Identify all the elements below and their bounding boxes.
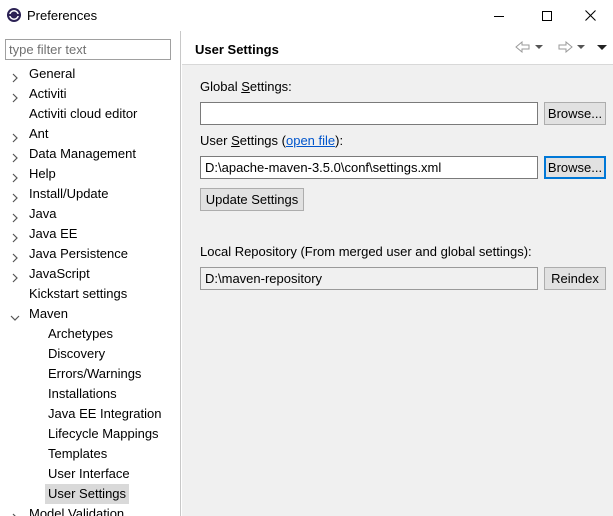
tree-item[interactable]: User Settings	[0, 484, 180, 504]
minimize-button[interactable]	[476, 0, 522, 31]
chevron-right-icon[interactable]	[10, 229, 20, 243]
close-button[interactable]	[567, 0, 613, 31]
page-nav	[515, 41, 607, 53]
tree-item-label: Java EE Integration	[48, 406, 162, 421]
tree-item[interactable]: Java EE	[0, 224, 180, 244]
chevron-right-icon[interactable]	[10, 149, 20, 163]
user-settings-input[interactable]: D:\apache-maven-3.5.0\conf\settings.xml	[200, 156, 538, 179]
global-settings-label: Global Settings:	[200, 79, 292, 94]
view-menu-icon[interactable]	[597, 44, 607, 51]
user-settings-browse-button[interactable]: Browse...	[544, 156, 606, 179]
reindex-button[interactable]: Reindex	[544, 267, 606, 290]
maximize-icon	[542, 10, 552, 21]
preferences-navigation: General Activiti Activiti cloud editor Ant D…	[0, 31, 181, 516]
user-settings-label-post: ettings (	[239, 133, 286, 148]
tree-item-label: Data Management	[29, 146, 136, 161]
tree-item-label: Lifecycle Mappings	[48, 426, 159, 441]
eclipse-app-icon	[6, 7, 22, 23]
chevron-right-icon[interactable]	[10, 169, 20, 183]
chevron-right-icon[interactable]	[10, 69, 20, 83]
tree-item-label: Help	[29, 166, 56, 181]
tree-item[interactable]: Activiti	[0, 84, 180, 104]
tree-item-label: Discovery	[48, 346, 106, 361]
chevron-right-icon[interactable]	[10, 189, 20, 203]
local-repository-field: D:\maven-repository	[200, 267, 538, 290]
tree-item[interactable]: JavaScript	[0, 264, 180, 284]
window-title: Preferences	[27, 8, 98, 23]
tree-item-label: Java	[29, 206, 57, 221]
user-settings-label-pre: User	[200, 133, 232, 148]
tree-item-label: Install/Update	[29, 186, 109, 201]
user-settings-label-end: ):	[335, 133, 344, 148]
tree-item[interactable]: Activiti cloud editor	[0, 104, 180, 124]
tree-item-label: Errors/Warnings	[48, 366, 142, 381]
tree-item-label: Activiti	[29, 86, 67, 101]
tree-item[interactable]: General	[0, 64, 180, 84]
back-arrow-icon[interactable]	[515, 41, 531, 53]
tree-item[interactable]: Errors/Warnings	[0, 364, 180, 384]
minimize-icon	[494, 11, 504, 21]
global-settings-label-mnemonic: S	[241, 79, 250, 94]
tree-item-label: Templates	[48, 446, 108, 461]
chevron-right-icon[interactable]	[10, 89, 20, 103]
tree-item[interactable]: Help	[0, 164, 180, 184]
tree-item[interactable]: Java EE Integration	[0, 404, 180, 424]
tree-item[interactable]: Java Persistence	[0, 244, 180, 264]
tree-item[interactable]: Lifecycle Mappings	[0, 424, 180, 444]
user-settings-label-mnemonic: S	[231, 133, 240, 148]
tree-item[interactable]: Kickstart settings	[0, 284, 180, 304]
tree-item[interactable]: Discovery	[0, 344, 180, 364]
tree-item[interactable]: Archetypes	[0, 324, 180, 344]
tree-item-label: User Settings	[45, 484, 130, 504]
tree-item[interactable]: Templates	[0, 444, 180, 464]
close-icon	[584, 10, 596, 21]
global-settings-label-post: ettings:	[249, 79, 292, 94]
chevron-right-icon[interactable]	[10, 209, 20, 223]
chevron-right-icon[interactable]	[10, 249, 20, 263]
tree-item-label: Model Validation	[29, 506, 125, 516]
tree-item-label: Ant	[29, 126, 49, 141]
preferences-tree: General Activiti Activiti cloud editor Ant D…	[0, 64, 180, 516]
tree-item-label: Java Persistence	[29, 246, 128, 261]
chevron-right-icon[interactable]	[10, 269, 20, 283]
tree-item-label: Kickstart settings	[29, 286, 128, 301]
tree-item-label: User Interface	[48, 466, 130, 481]
tree-item[interactable]: Installations	[0, 384, 180, 404]
chevron-down-icon[interactable]	[10, 309, 20, 321]
local-repository-label: Local Repository (From merged user and g…	[200, 244, 532, 259]
tree-item-label: General	[29, 66, 76, 81]
page-header: User Settings	[182, 31, 613, 65]
forward-dropdown-icon[interactable]	[577, 44, 585, 50]
chevron-right-icon[interactable]	[10, 129, 20, 143]
tree-item-label: Activiti cloud editor	[29, 106, 138, 121]
update-settings-button[interactable]: Update Settings	[200, 188, 304, 211]
filter-input[interactable]	[5, 39, 171, 60]
maximize-button[interactable]	[524, 0, 570, 31]
tree-item[interactable]: Maven	[0, 304, 180, 324]
user-settings-label: User Settings (open file):	[200, 133, 343, 148]
forward-arrow-icon[interactable]	[557, 41, 573, 53]
page-title: User Settings	[195, 42, 279, 57]
tree-item[interactable]: Model Validation	[0, 504, 180, 516]
chevron-right-icon[interactable]	[10, 509, 20, 516]
tree-item[interactable]: Java	[0, 204, 180, 224]
global-settings-label-pre: Global	[200, 79, 242, 94]
tree-item-label: Java EE	[29, 226, 78, 241]
tree-item-label: JavaScript	[29, 266, 90, 281]
tree-item-label: Maven	[29, 306, 69, 321]
user-settings-page: User Settings Global Settings: Browse...…	[182, 31, 613, 516]
tree-item[interactable]: Data Management	[0, 144, 180, 164]
back-dropdown-icon[interactable]	[535, 44, 543, 50]
title-bar: Preferences	[0, 0, 613, 31]
global-settings-browse-button[interactable]: Browse...	[544, 102, 606, 125]
tree-item[interactable]: User Interface	[0, 464, 180, 484]
tree-item-label: Installations	[48, 386, 117, 401]
tree-item[interactable]: Install/Update	[0, 184, 180, 204]
tree-item-label: Archetypes	[48, 326, 114, 341]
open-file-link[interactable]: open file	[286, 133, 335, 148]
global-settings-input[interactable]	[200, 102, 538, 125]
tree-item[interactable]: Ant	[0, 124, 180, 144]
